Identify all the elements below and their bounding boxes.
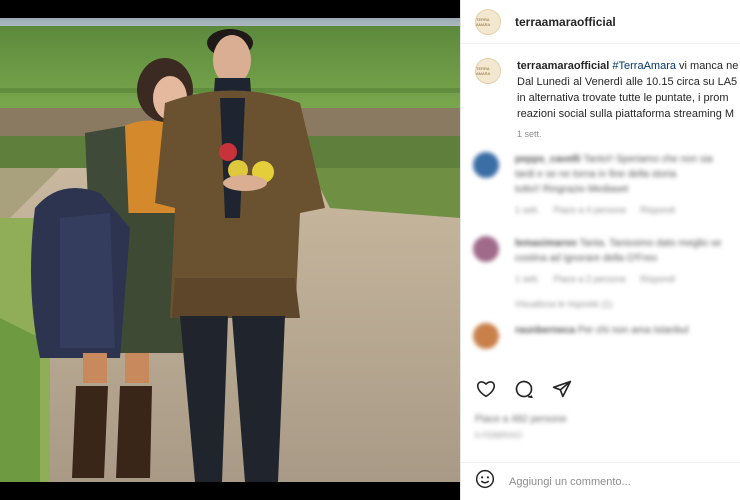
account-username[interactable]: terraamaraofficial [515, 15, 616, 29]
comment-reply-button[interactable]: Rispondi [640, 205, 675, 215]
emoji-icon[interactable] [475, 469, 495, 494]
comment-avatar[interactable] [473, 236, 499, 262]
caption-line4: reazioni social sulla piattaforma stream… [517, 108, 735, 120]
comment-user[interactable]: raunberneca [515, 325, 575, 336]
comments-list[interactable]: pepps_cavelli Tanto!! Speriamo che non s… [473, 152, 740, 362]
caption-hashtag[interactable]: #TerraAmara [612, 60, 676, 72]
comment-likes[interactable]: Piace a 2 persone [554, 274, 627, 284]
comment-reply-button[interactable]: Rispondi [640, 274, 675, 284]
comment-text: Tanto!! Speriamo che non sia [583, 154, 713, 165]
comment-text-3: tutto!! Ringrazio Mediaset [515, 184, 629, 195]
view-replies-link[interactable]: Visualizza le risposte (1) [515, 299, 740, 309]
media-letterbox-bottom [0, 482, 460, 500]
comment-input[interactable] [509, 475, 729, 488]
post-photo [0, 18, 460, 482]
caption-username[interactable]: terraamaraofficial [517, 60, 609, 72]
comment-avatar[interactable] [473, 323, 499, 349]
likes-count[interactable]: Piace a 482 persone [475, 414, 567, 425]
comment-item: lemaximaroo Tanta. Tanissimo dato meglio… [473, 236, 740, 287]
comment-user[interactable]: pepps_cavelli [515, 154, 581, 165]
post-actions [475, 378, 573, 400]
comment-text-2: costina ad ignorare della O'Freo [515, 253, 657, 264]
comment-time: 1 sett. [515, 274, 540, 284]
media-letterbox-top [0, 0, 460, 18]
comment-text-2: tardi e se ne torna in fine della storia [515, 169, 677, 180]
heart-icon[interactable] [475, 378, 497, 400]
comment-text: Per chi non ama Istanbul [577, 325, 689, 336]
post-date: 6 FEBBRAIO [475, 431, 523, 440]
caption-avatar[interactable]: TERRA AMARA [475, 58, 501, 84]
comment-item: raunberneca Per chi non ama Istanbul [473, 323, 740, 349]
caption-line2: Dal Lunedì al Venerdì alle 10.15 circa s… [517, 76, 738, 88]
comment-time: 1 sett. [515, 205, 540, 215]
comment-item: pepps_cavelli Tanto!! Speriamo che non s… [473, 152, 740, 218]
comment-icon[interactable] [513, 378, 535, 400]
comment-composer [461, 462, 740, 500]
comment-text: Tanta. Tanissimo dato meglio se [579, 238, 722, 249]
caption-time[interactable]: 1 sett. [517, 126, 738, 142]
avatar-logo-text: TERRA AMARA [476, 16, 491, 27]
comment-avatar[interactable] [473, 152, 499, 178]
comment-user[interactable]: lemaximaroo [515, 238, 577, 249]
account-avatar[interactable]: TERRA AMARA [475, 8, 501, 35]
post-header: TERRA AMARA terraamaraofficial [461, 0, 740, 44]
post-media[interactable] [0, 0, 460, 500]
share-icon[interactable] [551, 378, 573, 400]
post-sidebar: TERRA AMARA terraamaraofficial TERRA AMA… [460, 0, 740, 500]
likes-summary[interactable]: Piace a 482 persone 6 FEBBRAIO [475, 414, 567, 440]
caption-line1: vi manca ne [675, 60, 739, 72]
comment-likes[interactable]: Piace a 4 persone [554, 205, 627, 215]
avatar-logo-text: TERRA AMARA [476, 66, 491, 76]
caption-line3: in alternativa trovate tutte le puntate,… [517, 92, 729, 104]
post-caption: TERRA AMARA terraamaraofficial #TerraAma… [475, 58, 740, 142]
